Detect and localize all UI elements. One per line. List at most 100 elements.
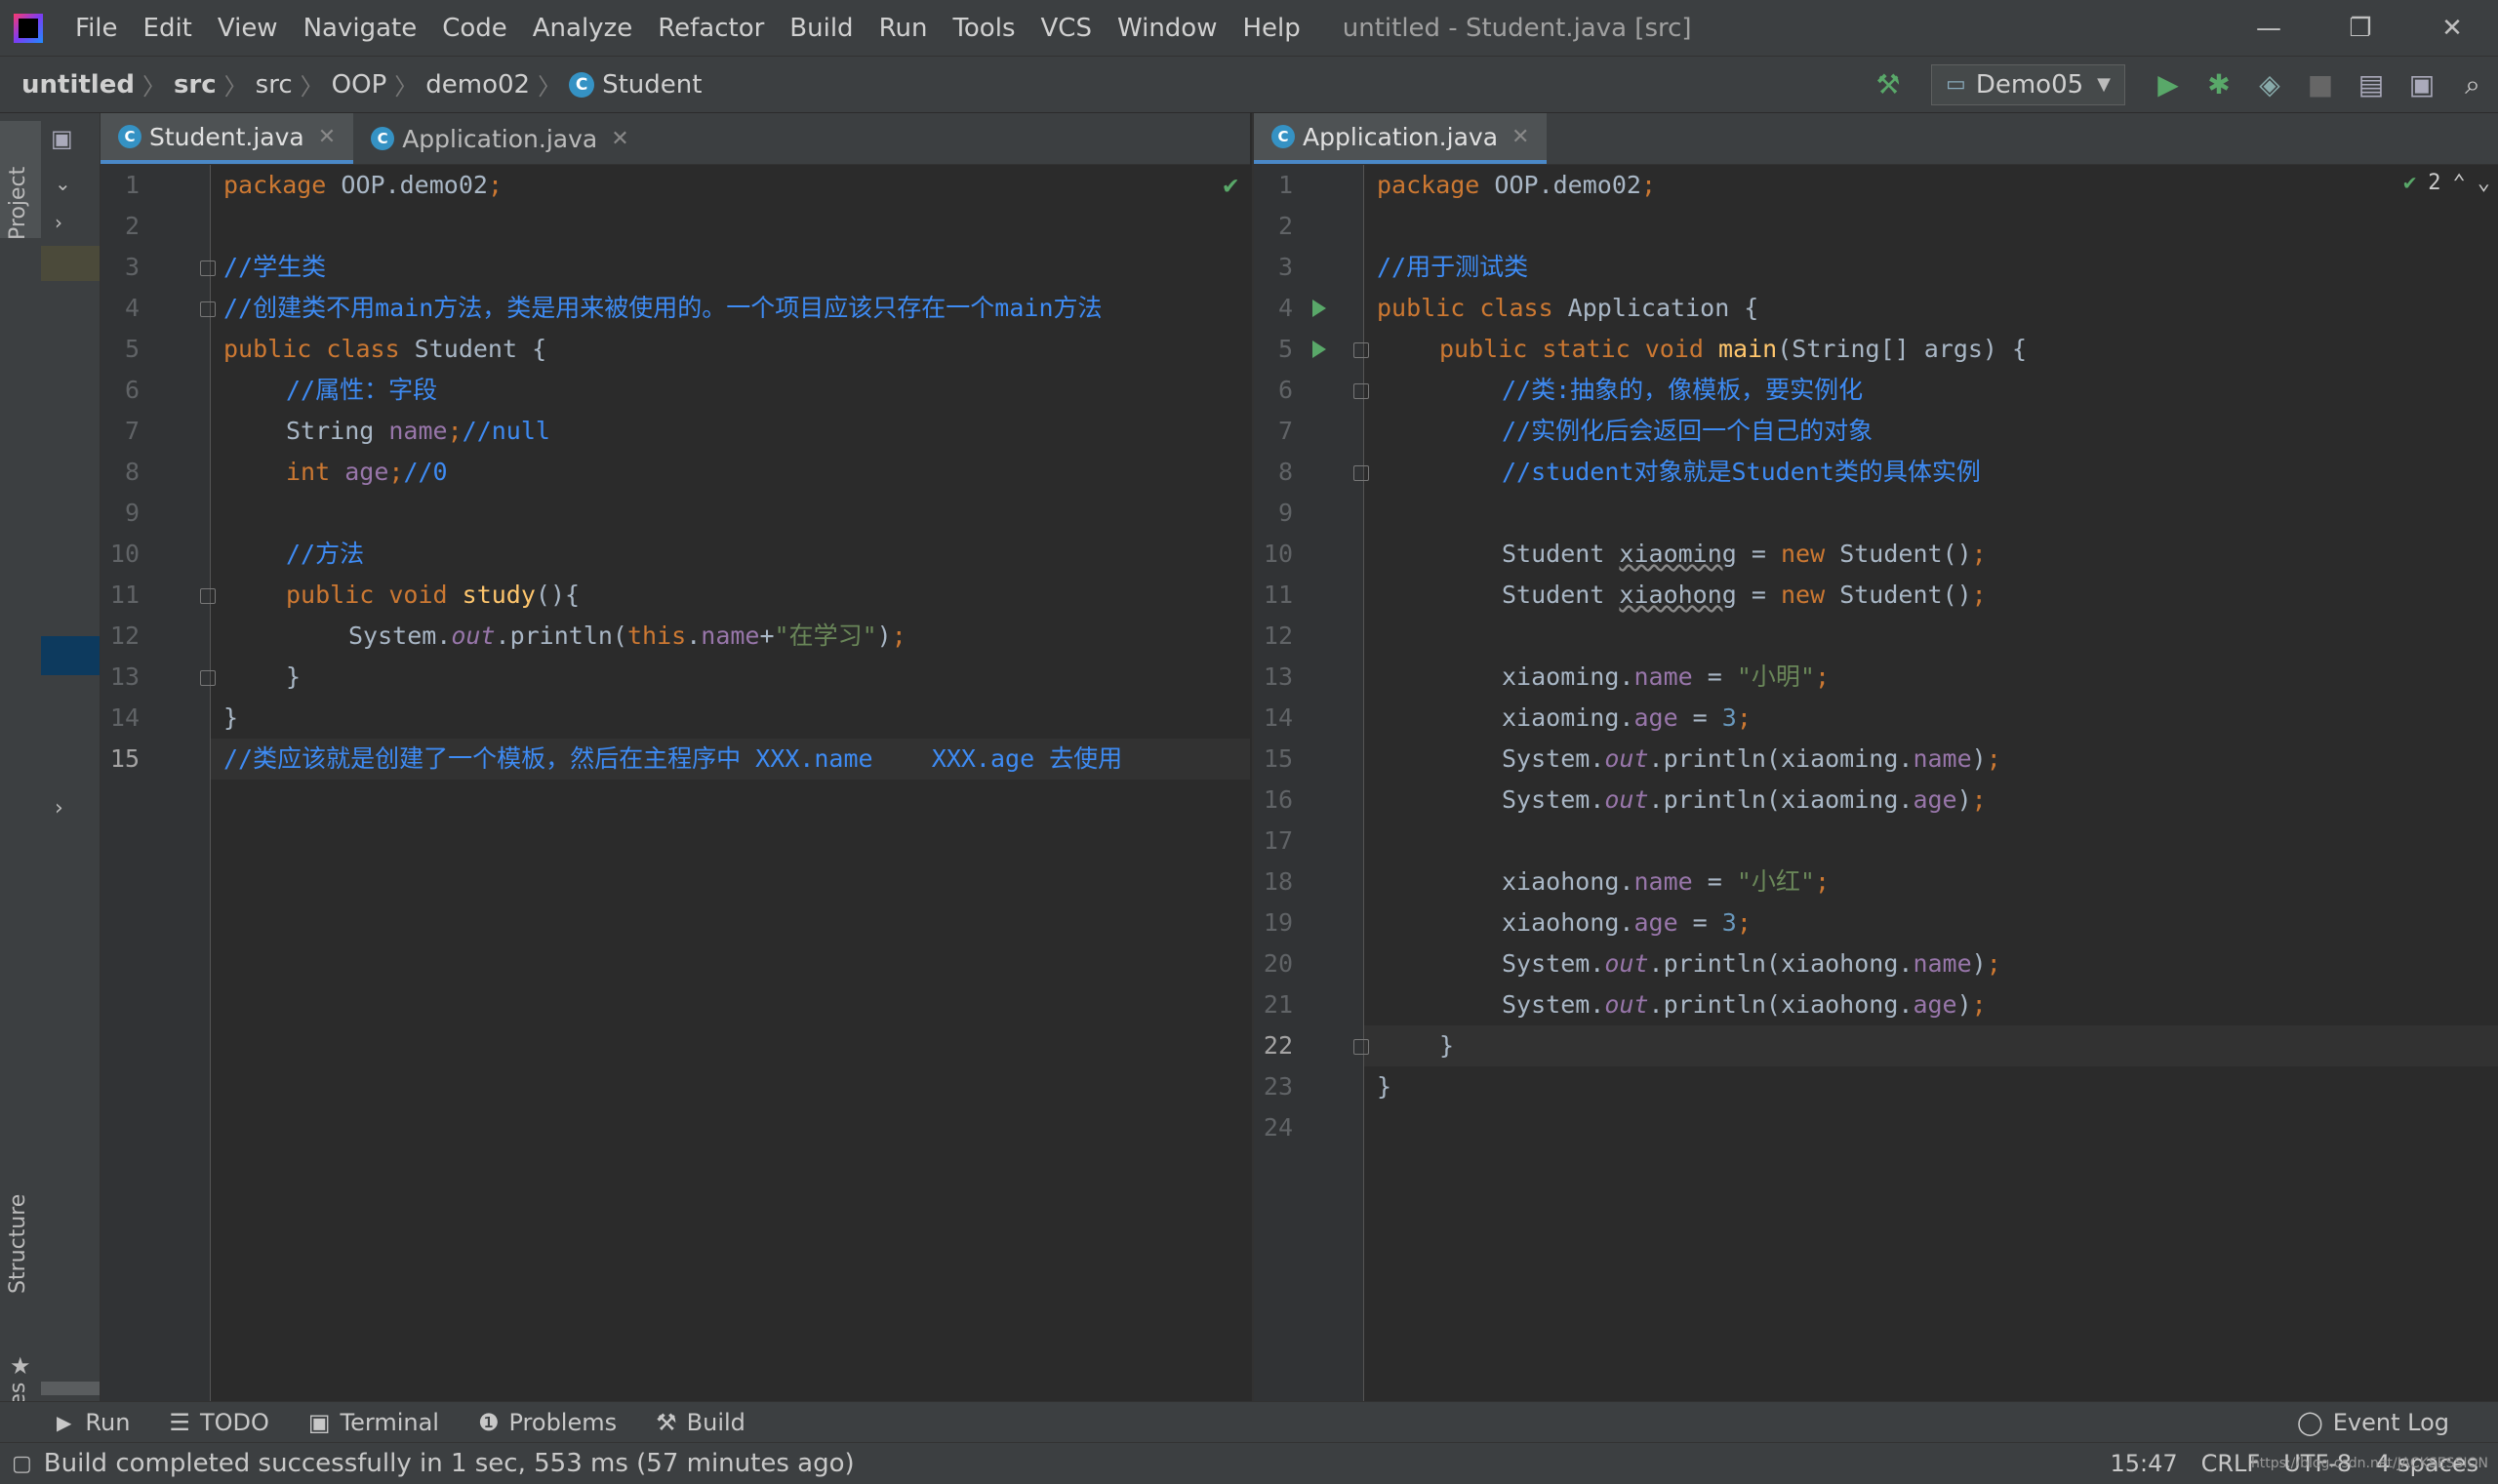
line-number: 17 <box>1263 826 1293 855</box>
tab-application-java[interactable]: C Application.java ✕ <box>1254 113 1548 164</box>
code-line: int age;//0 <box>286 458 448 486</box>
build-tool-button[interactable]: ⚒ Build <box>636 1409 765 1436</box>
menu-code[interactable]: Code <box>429 14 520 43</box>
menu-navigate[interactable]: Navigate <box>291 14 430 43</box>
fold-icon[interactable] <box>200 588 216 604</box>
line-number: 21 <box>1263 990 1293 1019</box>
chevron-down-icon[interactable]: ⌄ <box>55 172 71 195</box>
search-icon[interactable]: ⌕ <box>2447 57 2498 112</box>
tree-row-selected[interactable] <box>41 636 100 675</box>
menu-help[interactable]: Help <box>1229 14 1312 43</box>
menu-vcs[interactable]: VCS <box>1028 14 1105 43</box>
chevron-right-icon[interactable]: › <box>55 211 62 234</box>
chevron-right-icon[interactable]: › <box>55 796 63 821</box>
horizontal-scrollbar[interactable] <box>41 1382 100 1395</box>
code-line: System.out.println(this.name+"在学习"); <box>348 622 907 650</box>
menu-view[interactable]: View <box>205 14 291 43</box>
line-number: 16 <box>1263 785 1293 814</box>
line-number: 3 <box>1277 253 1293 281</box>
code-line: String name;//null <box>286 417 550 445</box>
line-number: 6 <box>124 376 140 404</box>
stop-icon[interactable]: ■ <box>2295 57 2346 112</box>
code-line: //类:抽象的，像模板，要实例化 <box>1502 376 1864 404</box>
breadcrumb-oop[interactable]: OOP <box>324 70 395 100</box>
code-line: //类应该就是创建了一个模板，然后在主程序中 XXX.name XXX.age … <box>223 744 1123 773</box>
code-line: } <box>1439 1031 1455 1060</box>
line-number: 5 <box>1277 335 1293 363</box>
caret-position[interactable]: 15:47 <box>2110 1450 2177 1477</box>
terminal-window-icon[interactable]: ▣ <box>2397 57 2447 112</box>
tab-label: Application.java <box>402 124 598 153</box>
tab-label: Application.java <box>1303 122 1499 151</box>
fold-icon[interactable] <box>1353 383 1369 399</box>
editor-application: C Application.java ✕ ✔ 2 ⌃ ⌄ 1 package OO… <box>1252 113 2498 1402</box>
breadcrumb-demo02[interactable]: demo02 <box>418 70 538 100</box>
panel-layout-icon[interactable]: ▣ <box>51 125 73 152</box>
todo-tool-label: TODO <box>199 1409 269 1436</box>
run-icon: ▶ <box>57 1411 72 1434</box>
breadcrumb-student-label: Student <box>602 69 703 100</box>
tab-application-java[interactable]: C Application.java ✕ <box>353 113 646 164</box>
menu-window[interactable]: Window <box>1105 14 1230 43</box>
breadcrumb-student[interactable]: C Student <box>561 70 709 100</box>
build-hammer-icon[interactable]: ⚒ <box>1863 57 1914 112</box>
event-log-button[interactable]: ◯ Event Log <box>2277 1409 2469 1436</box>
breadcrumb-src[interactable]: src <box>248 70 301 100</box>
terminal-tool-button[interactable]: ▣ Terminal <box>289 1409 459 1436</box>
close-icon[interactable]: ✕ <box>1511 125 1529 149</box>
run-gutter-icon[interactable] <box>1312 300 1326 317</box>
watermark: https://blog.csdn.net/JACKSESSION <box>2250 1456 2488 1471</box>
line-number: 10 <box>109 540 140 568</box>
menu-file[interactable]: File <box>62 14 131 43</box>
minimize-button[interactable]: — <box>2223 0 2315 56</box>
project-structure-icon[interactable]: ▤ <box>2346 57 2397 112</box>
code-editor[interactable]: ✔ 2 ⌃ ⌄ 1 package OOP.demo02; 2 3//用于测试类 … <box>1254 165 2498 1402</box>
todo-tool-button[interactable]: ☰ TODO <box>149 1409 288 1436</box>
menu-run[interactable]: Run <box>866 14 941 43</box>
fold-icon[interactable] <box>200 261 216 276</box>
menu-build[interactable]: Build <box>777 14 866 43</box>
code-line: //学生类 <box>223 253 327 281</box>
project-panel: ▣ ⌄ › › <box>41 113 101 1401</box>
problems-tool-button[interactable]: ❶ Problems <box>459 1409 636 1436</box>
menu-analyze[interactable]: Analyze <box>520 14 645 43</box>
fold-icon[interactable] <box>1353 1039 1369 1055</box>
run-icon[interactable]: ▶ <box>2143 57 2194 112</box>
speech-bubble-icon: ◯ <box>2296 1409 2323 1436</box>
run-tool-button[interactable]: ▶ Run <box>37 1409 149 1436</box>
close-icon[interactable]: ✕ <box>611 127 628 151</box>
debug-icon[interactable]: ✱ <box>2194 57 2244 112</box>
fold-icon[interactable] <box>1353 465 1369 481</box>
structure-tool-label[interactable]: Structure <box>6 1194 30 1294</box>
coverage-icon[interactable]: ◈ <box>2244 57 2295 112</box>
code-line: Student xiaohong = new Student(); <box>1502 581 1987 609</box>
close-window-button[interactable]: ✕ <box>2406 0 2498 56</box>
close-icon[interactable]: ✕ <box>318 125 336 149</box>
run-gutter-icon[interactable] <box>1312 341 1326 358</box>
fold-icon[interactable] <box>200 301 216 317</box>
menu-edit[interactable]: Edit <box>131 14 205 43</box>
line-number: 8 <box>124 458 140 486</box>
run-config-select[interactable]: ▭ Demo05 ▼ <box>1931 63 2125 105</box>
fold-icon[interactable] <box>200 670 216 686</box>
tree-row-highlight[interactable] <box>41 246 100 281</box>
project-tool-label[interactable]: Project <box>6 167 30 240</box>
status-message[interactable]: Build completed successfully in 1 sec, 5… <box>44 1449 855 1478</box>
menu-tools[interactable]: Tools <box>940 14 1027 43</box>
breadcrumb-src-root[interactable]: src <box>166 70 224 100</box>
tab-student-java[interactable]: C Student.java ✕ <box>101 113 354 164</box>
fold-icon[interactable] <box>1353 342 1369 358</box>
code-line: System.out.println(xiaohong.name); <box>1502 949 2001 978</box>
chevron-down-icon: ▼ <box>2097 74 2111 95</box>
code-line: //用于测试类 <box>1377 253 1529 281</box>
breadcrumb-project[interactable]: untitled <box>14 70 142 100</box>
menu-refactor[interactable]: Refactor <box>645 14 777 43</box>
line-number: 14 <box>109 703 140 732</box>
line-number: 2 <box>1277 212 1293 240</box>
line-number: 5 <box>124 335 140 363</box>
line-number: 3 <box>124 253 140 281</box>
line-number: 20 <box>1263 949 1293 978</box>
panel-toggle-icon[interactable]: ▢ <box>12 1452 32 1476</box>
restore-button[interactable]: ❐ <box>2315 0 2406 56</box>
code-editor[interactable]: ✔ 1 package OOP.demo02; 2 3//学生类 4//创建类不用… <box>101 165 1250 1402</box>
